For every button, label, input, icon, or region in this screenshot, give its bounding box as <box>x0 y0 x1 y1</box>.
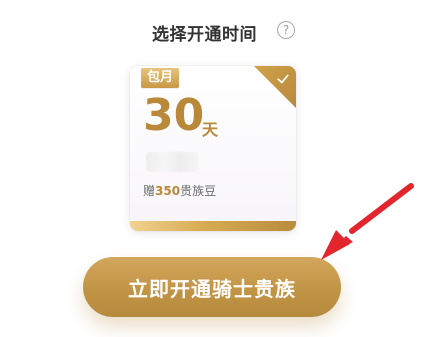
section-header: 选择开通时间 ? <box>0 17 424 47</box>
arrow-head-fill <box>321 236 353 260</box>
card-bottom-bar <box>130 221 296 231</box>
plan-card-monthly[interactable]: 包月 30 天 赠350贵族豆 <box>130 66 296 231</box>
bonus-text: 赠350贵族豆 <box>143 182 216 199</box>
activate-knight-noble-button[interactable]: 立即开通骑士贵族 <box>83 257 341 317</box>
price-redacted <box>146 152 198 172</box>
activate-button-label: 立即开通骑士贵族 <box>128 276 296 301</box>
bonus-suffix: 贵族豆 <box>180 184 217 198</box>
bonus-amount: 350 <box>155 184 181 198</box>
selected-corner <box>254 66 296 108</box>
section-title: 选择开通时间 <box>152 25 257 45</box>
help-icon[interactable]: ? <box>277 21 295 39</box>
bonus-prefix: 赠 <box>143 184 156 198</box>
check-icon <box>277 74 289 84</box>
arrow-head <box>321 230 350 260</box>
plan-days-unit: 天 <box>202 120 219 139</box>
plan-badge: 包月 <box>141 68 180 88</box>
arrow-shaft <box>349 183 414 234</box>
plan-days-value: 30 <box>143 90 205 141</box>
